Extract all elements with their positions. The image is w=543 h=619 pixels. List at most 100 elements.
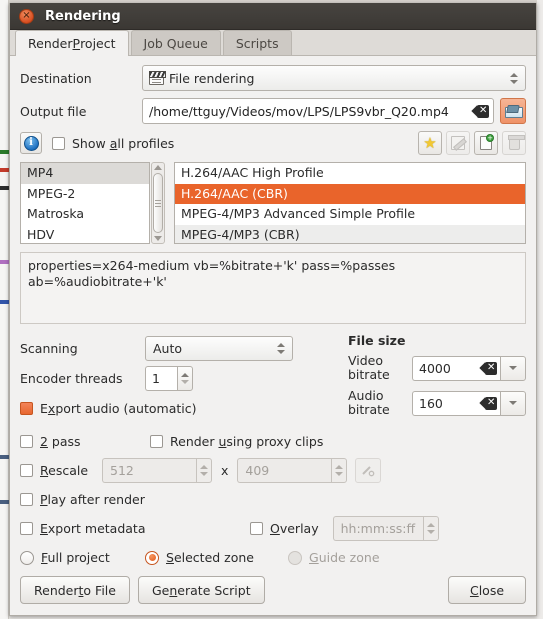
checkbox-box xyxy=(150,435,163,448)
audio-bitrate-row: Audio bitrate 160 ✕ xyxy=(348,389,526,417)
full-project-radio[interactable]: Full project xyxy=(20,550,145,565)
destination-row: Destination File rendering xyxy=(20,65,526,91)
two-pass-checkbox[interactable]: 2 pass xyxy=(20,434,150,449)
backdrop-left-strip xyxy=(0,0,9,619)
new-profile-button[interactable]: + xyxy=(474,131,498,155)
show-all-profiles-checkbox[interactable]: Show all profiles xyxy=(52,136,174,151)
chevron-down-icon xyxy=(509,401,517,405)
guide-zone-radio[interactable]: Guide zone xyxy=(288,550,380,565)
delete-profile-button[interactable] xyxy=(502,131,526,155)
clear-icon[interactable]: ✕ xyxy=(473,104,489,118)
label-part: erate Script xyxy=(177,582,251,598)
rescale-width-buttons[interactable] xyxy=(196,458,212,483)
list-item[interactable]: Matroska xyxy=(21,204,149,225)
rescale-width-value: 512 xyxy=(102,458,196,483)
show-all-profiles-label: Show all profiles xyxy=(72,136,174,151)
destination-spinner[interactable] xyxy=(509,72,519,84)
destination-dropdown[interactable]: File rendering xyxy=(142,65,526,91)
edit-profile-button[interactable] xyxy=(446,131,470,155)
label-part: escale xyxy=(48,463,89,478)
encoder-threads-stepper[interactable]: 1 xyxy=(145,365,193,391)
export-metadata-checkbox[interactable]: Export metadata xyxy=(20,521,250,536)
play-after-render-checkbox[interactable]: Play after render xyxy=(20,492,145,507)
clear-icon[interactable]: ✕ xyxy=(481,396,497,410)
label-accel: n xyxy=(169,582,178,598)
checkbox-box xyxy=(20,493,33,506)
scanning-label: Scanning xyxy=(20,340,78,356)
rescale-separator: x xyxy=(221,463,229,478)
scrollbar-thumb[interactable] xyxy=(153,173,163,233)
label-accel: P xyxy=(40,492,48,507)
tab-accel: P xyxy=(72,36,81,51)
profile-item-list[interactable]: H.264/AAC High Profile H.264/AAC (CBR) M… xyxy=(174,162,526,244)
list-item[interactable]: MP4 xyxy=(21,163,149,184)
list-item[interactable]: H.264/AAC High Profile xyxy=(175,163,525,184)
scanning-row: Scanning Auto xyxy=(20,333,340,363)
label-accel: R xyxy=(40,463,49,478)
selected-zone-radio[interactable]: Selected zone xyxy=(145,550,288,565)
rescale-width-stepper[interactable]: 512 xyxy=(102,458,212,483)
tab-job-queue[interactable]: Job Queue xyxy=(130,30,221,55)
clear-icon[interactable]: ✕ xyxy=(481,361,497,375)
file-size-title: File size xyxy=(348,333,406,348)
tab-label: roject xyxy=(80,36,116,51)
profile-category-scrollbar[interactable] xyxy=(151,162,165,244)
render-to-file-button[interactable]: Render to File xyxy=(20,576,130,604)
audio-bitrate-input[interactable]: 160 ✕ xyxy=(412,390,500,416)
tab-scripts[interactable]: Scripts xyxy=(222,30,292,55)
metadata-overlay-row: Export metadata Overlay hh:mm:ss:ff xyxy=(20,514,526,543)
label-part: ll profiles xyxy=(117,135,175,151)
encoder-threads-buttons[interactable] xyxy=(177,365,193,391)
list-item[interactable]: MPEG-4/MP3 (CBR) xyxy=(175,224,525,243)
scanning-spinner[interactable] xyxy=(276,342,286,354)
profile-info-button[interactable]: i xyxy=(20,132,42,154)
close-icon[interactable]: × xyxy=(19,8,34,24)
export-audio-checkbox[interactable]: Export audio (automatic) xyxy=(20,401,197,416)
list-item[interactable]: MPEG-4/MP3 Advanced Simple Profile xyxy=(175,204,525,225)
video-bitrate-combo[interactable]: 4000 ✕ xyxy=(412,355,526,381)
list-item[interactable]: MPEG-2 xyxy=(21,184,149,205)
list-item[interactable]: HDV xyxy=(21,225,149,244)
label-part: Render xyxy=(34,582,79,598)
scroll-down-icon[interactable] xyxy=(154,236,162,241)
chevron-up-icon xyxy=(277,342,285,347)
dialog-button-row: Render to File Ge n erate Script Close xyxy=(10,572,536,604)
label-part: sing proxy clips xyxy=(226,434,324,449)
generate-script-button[interactable]: Ge n erate Script xyxy=(137,576,265,604)
profile-lists: MP4 MPEG-2 Matroska HDV H.264/AAC High P… xyxy=(20,162,526,244)
rescale-height-stepper[interactable]: 409 xyxy=(237,458,348,483)
plus-badge-icon: + xyxy=(486,134,494,142)
rescale-height-buttons[interactable] xyxy=(331,458,348,483)
overlay-timecode-buttons[interactable] xyxy=(422,516,439,541)
checkbox-box xyxy=(20,401,33,415)
rescale-link-button[interactable] xyxy=(355,458,382,483)
output-file-row: Output file /home/ttguy/Videos/mov/LPS/L… xyxy=(20,98,526,124)
label-part: Ge xyxy=(151,582,170,598)
label-part: Show xyxy=(72,135,110,151)
play-after-render-row: Play after render xyxy=(20,485,526,514)
scroll-up-icon[interactable] xyxy=(154,165,162,170)
render-proxy-checkbox[interactable]: Render using proxy clips xyxy=(150,434,323,449)
output-file-input[interactable]: /home/ttguy/Videos/mov/LPS/LPS9vbr_Q20.m… xyxy=(142,98,494,124)
video-bitrate-dropdown[interactable] xyxy=(500,355,526,381)
browse-output-button[interactable] xyxy=(500,98,526,124)
close-button[interactable]: Close xyxy=(448,576,526,604)
grip-icon xyxy=(155,202,161,204)
audio-bitrate-combo[interactable]: 160 ✕ xyxy=(412,390,526,416)
checkbox-box xyxy=(20,464,33,477)
overlay-checkbox[interactable]: Overlay xyxy=(250,521,319,536)
tab-render-project[interactable]: Render Project xyxy=(15,30,129,56)
video-bitrate-input[interactable]: 4000 ✕ xyxy=(412,355,500,381)
overlay-timecode-stepper[interactable]: hh:mm:ss:ff xyxy=(332,516,439,541)
audio-bitrate-dropdown[interactable] xyxy=(500,390,526,416)
scanning-dropdown[interactable]: Auto xyxy=(145,335,293,361)
rescale-checkbox[interactable]: Rescale xyxy=(20,463,102,478)
favorite-button[interactable]: ★ xyxy=(418,131,442,155)
profile-category-list[interactable]: MP4 MPEG-2 Matroska HDV xyxy=(20,162,150,244)
list-item[interactable]: H.264/AAC (CBR) xyxy=(175,183,525,204)
pencil-icon xyxy=(451,136,465,150)
encoder-threads-label: Encoder threads xyxy=(20,370,123,386)
render-proxy-label: Render using proxy clips xyxy=(170,434,323,449)
dialog-title: Rendering xyxy=(45,8,121,24)
info-icon: i xyxy=(23,135,39,151)
